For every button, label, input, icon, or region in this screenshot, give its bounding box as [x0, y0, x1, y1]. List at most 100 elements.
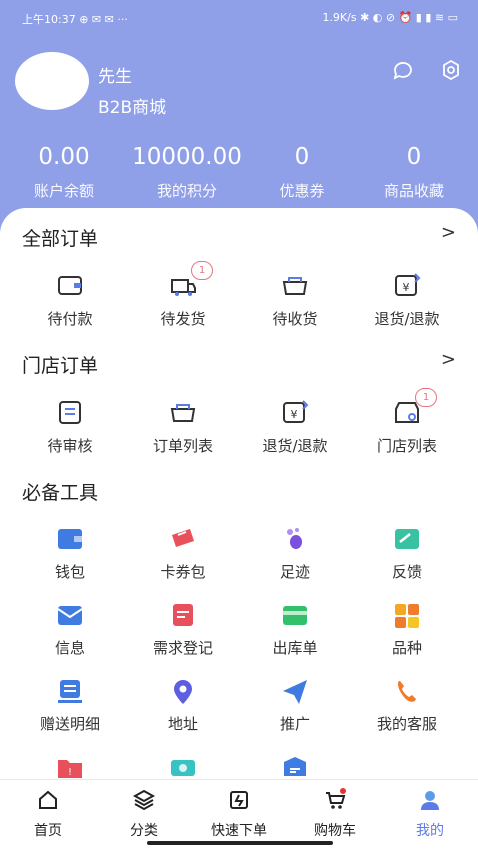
tool-item[interactable]: 赠送明细 [20, 675, 120, 734]
stat-balance[interactable]: 0.00 账户余额 [0, 144, 128, 201]
location-icon [174, 680, 192, 704]
tool-item[interactable]: 需求登记 [133, 599, 233, 658]
home-indicator [147, 841, 333, 845]
quick-order-icon [230, 791, 248, 809]
tool-item-label: 反馈 [391, 563, 422, 581]
store-order-item-label: 门店列表 [376, 437, 437, 455]
box-icon [284, 757, 306, 776]
message-icon[interactable] [391, 58, 415, 82]
tool-item[interactable]: 地址 [133, 675, 233, 734]
tool-item-label: 信息 [54, 639, 85, 657]
grid-icon [395, 604, 419, 628]
tool-item-label: 地址 [167, 715, 198, 733]
tab-layers[interactable]: 分类 [96, 788, 192, 840]
mail-icon [57, 606, 83, 625]
order-item[interactable]: 待付款 [20, 270, 120, 329]
store-order-item-label: 退货/退款 [262, 437, 328, 455]
tool-item[interactable]: 我的客服 [357, 675, 457, 734]
warning-folder-icon: ! [58, 760, 82, 778]
feedback-icon [395, 529, 419, 549]
order-item-label: 待发货 [160, 310, 206, 328]
document-icon [59, 401, 81, 424]
svg-text:¥: ¥ [291, 408, 298, 421]
order-item[interactable]: 待收货 [245, 270, 345, 329]
tab-label: 购物车 [314, 823, 356, 839]
tool-item-label: 品种 [391, 639, 422, 657]
tab-cart[interactable]: 购物车 [287, 788, 383, 840]
settings-icon[interactable] [439, 58, 463, 82]
tool-item-label: 卡券包 [160, 563, 206, 581]
tab-label: 我的 [416, 823, 444, 839]
orders-chevron-icon[interactable]: > [441, 222, 456, 243]
footprint-icon [287, 528, 302, 549]
orders-title[interactable]: 全部订单 [22, 224, 98, 251]
tab-quick-order[interactable]: 快速下单 [191, 788, 287, 840]
tool-item-label: 钱包 [54, 563, 85, 581]
tool-item-label: 赠送明细 [39, 715, 100, 733]
tab-label: 快速下单 [211, 823, 267, 839]
tool-item-label: 推广 [279, 715, 310, 733]
count-badge: 1 [415, 388, 437, 407]
tool-item[interactable]: 钱包 [20, 523, 120, 582]
tab-user[interactable]: 我的 [382, 788, 478, 840]
tool-item[interactable]: 反馈 [357, 523, 457, 582]
order-item-label: 待付款 [47, 310, 93, 328]
cart-icon [326, 788, 346, 809]
card-icon [283, 606, 307, 625]
order-item[interactable]: 1 待发货 [133, 261, 233, 329]
store-order-item-label: 订单列表 [152, 437, 213, 455]
home-icon [39, 790, 57, 809]
store-order-item-label: 待审核 [47, 437, 93, 455]
stat-coupons[interactable]: 0 优惠券 [246, 144, 358, 201]
count-badge: 1 [191, 261, 213, 280]
avatar[interactable] [15, 52, 89, 110]
send-icon [283, 680, 307, 704]
refund-icon: ¥ [395, 273, 421, 296]
store-order-item[interactable]: 订单列表 [133, 397, 233, 456]
list-icon [58, 680, 82, 703]
form-icon [173, 604, 193, 626]
tab-home[interactable]: 首页 [0, 788, 96, 840]
tool-item[interactable]: 推广 [245, 675, 345, 734]
tool-item[interactable]: 卡券包 [133, 523, 233, 582]
svg-text:!: ! [68, 767, 72, 778]
ticket-icon [172, 529, 194, 547]
store-orders-title[interactable]: 门店订单 [22, 351, 98, 378]
content-card: 全部订单 > 待付款 1 待发货 待收货 ¥ 退货/退款 门店订单 > 待审核 订单列表 ¥ 退… [0, 208, 478, 779]
wallet-icon [58, 276, 82, 295]
tab-label: 首页 [34, 823, 62, 839]
tool-item[interactable]: 品种 [357, 599, 457, 658]
stats-row: 0.00 账户余额 10000.00 我的积分 0 优惠券 0 商品收藏 [0, 144, 478, 201]
order-item-label: 退货/退款 [374, 310, 440, 328]
tool-item-label: 我的客服 [376, 715, 437, 733]
order-item-label: 待收货 [272, 310, 318, 328]
store-order-item[interactable]: 1 门店列表 [357, 388, 457, 456]
user-name[interactable]: 先生 [98, 62, 132, 87]
status-right: 1.9K/s ✱ ◐ ⊘ ⏰ ▮ ▮ ≋ ▭ [322, 11, 458, 24]
tool-item[interactable]: 出库单 [245, 599, 345, 658]
stat-favorites[interactable]: 0 商品收藏 [358, 144, 470, 201]
phone-icon [397, 681, 416, 702]
tools-title: 必备工具 [22, 482, 99, 504]
store-orders-chevron-icon[interactable]: > [441, 349, 456, 370]
tool-item[interactable]: 信息 [20, 599, 120, 658]
tab-label: 分类 [130, 823, 158, 839]
tool-item-label: 出库单 [272, 639, 318, 657]
tool-item[interactable]: 足迹 [245, 523, 345, 582]
shop-name: B2B商城 [98, 98, 167, 118]
store-order-item[interactable]: 待审核 [20, 397, 120, 456]
status-bar: 上午10:37 ⊕ ✉ ✉ ··· 1.9K/s ✱ ◐ ⊘ ⏰ ▮ ▮ ≋ ▭ [0, 0, 478, 36]
cash-icon [171, 760, 195, 776]
user-icon [421, 791, 439, 810]
svg-text:¥: ¥ [403, 281, 410, 294]
order-item[interactable]: ¥ 退货/退款 [357, 270, 457, 329]
refund-icon: ¥ [283, 400, 309, 423]
tool-item-label: 需求登记 [152, 639, 213, 657]
basket-icon [282, 277, 308, 295]
store-order-item[interactable]: ¥ 退货/退款 [245, 397, 345, 456]
basket-icon [170, 404, 196, 422]
wallet-icon [58, 529, 82, 549]
tool-item-label: 足迹 [279, 563, 310, 581]
layers-icon [132, 789, 156, 811]
stat-points[interactable]: 10000.00 我的积分 [128, 144, 246, 201]
